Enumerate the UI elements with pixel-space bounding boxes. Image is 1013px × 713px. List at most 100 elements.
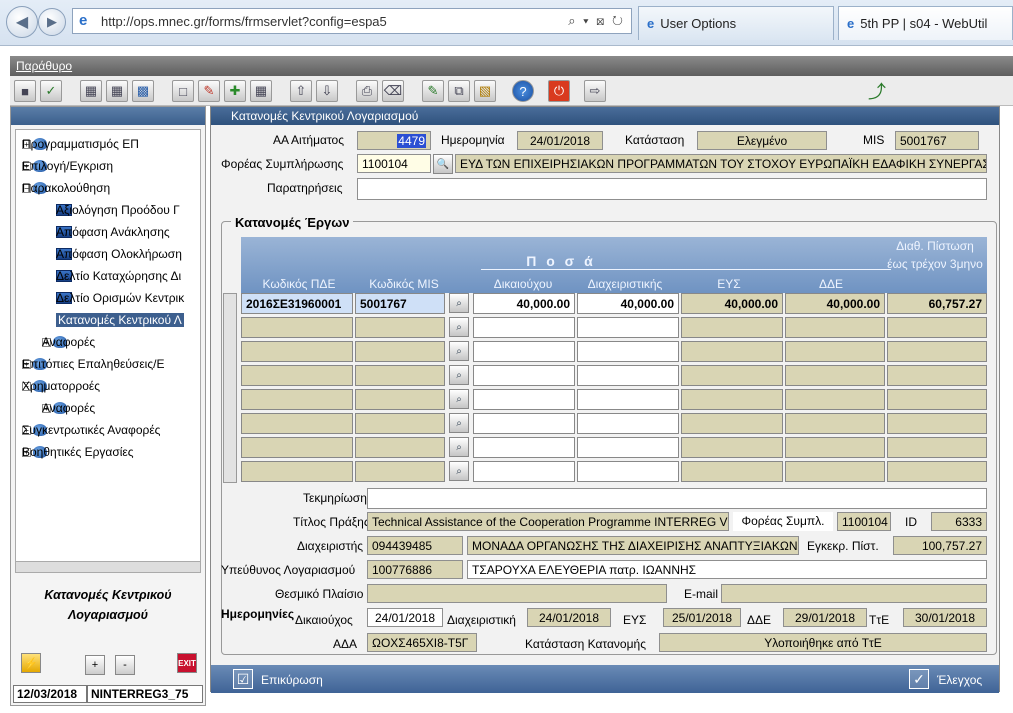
- justification-field[interactable]: [367, 488, 987, 509]
- menu-window[interactable]: Παράθυρο: [16, 59, 72, 73]
- confirm-icon[interactable]: ☑: [233, 669, 253, 689]
- grid-cell-available[interactable]: [887, 341, 987, 362]
- grid-cell-pde[interactable]: [241, 437, 353, 458]
- grid-cell-available[interactable]: [887, 413, 987, 434]
- row-lookup-icon[interactable]: ⌕: [449, 365, 469, 385]
- mis-field[interactable]: 5001767: [895, 131, 979, 150]
- body-short-field[interactable]: 1100104: [837, 512, 891, 531]
- tree-item-reports[interactable]: + Αναφορές: [42, 332, 95, 352]
- grid-cell-pde[interactable]: [241, 341, 353, 362]
- grid-cell-pde[interactable]: [241, 365, 353, 386]
- grid-cell-beneficiary[interactable]: [473, 389, 575, 410]
- tree-item-programming[interactable]: + Προγραμματισμός ΕΠ: [22, 134, 139, 154]
- check-icon[interactable]: ✓: [909, 669, 929, 689]
- grid-cell-dde[interactable]: [785, 389, 885, 410]
- grid-cell-managing[interactable]: [577, 413, 679, 434]
- grid-cell-beneficiary[interactable]: [473, 317, 575, 338]
- grid-cell-eys[interactable]: 40,000.00: [681, 293, 783, 314]
- body-code-field[interactable]: 1100104: [357, 154, 431, 173]
- power-icon[interactable]: ⏻: [548, 80, 570, 102]
- check-button[interactable]: Έλεγχος: [937, 673, 982, 687]
- address-bar[interactable]: e http://ops.mnec.gr/forms/frmservlet?co…: [72, 8, 632, 34]
- grid-cell-eys[interactable]: [681, 437, 783, 458]
- grid-cell-pde[interactable]: [241, 317, 353, 338]
- grid-cell-available[interactable]: [887, 437, 987, 458]
- grid-cell-dde[interactable]: [785, 317, 885, 338]
- approved-credit-field[interactable]: 100,757.27: [893, 536, 987, 555]
- date-field[interactable]: 24/01/2018: [517, 131, 603, 150]
- tree-item-central-allocations[interactable]: Κατανομές Κεντρικού Λ: [56, 310, 184, 330]
- tree-item-revocation[interactable]: Απόφαση Ανάκλησης: [56, 222, 170, 242]
- row-lookup-icon[interactable]: ⌕: [449, 341, 469, 361]
- arrow-down-icon[interactable]: ⇩: [316, 80, 338, 102]
- account-name-field[interactable]: ΤΣΑΡΟΥΧΑ ΕΛΕΥΘΕΡΙΑ πατρ. ΙΩΑΝΝΗΣ: [467, 560, 987, 579]
- grid-cell-beneficiary[interactable]: [473, 365, 575, 386]
- row-lookup-icon[interactable]: ⌕: [449, 437, 469, 457]
- grid-cell-mis[interactable]: [355, 437, 445, 458]
- grid-icon[interactable]: ▦: [80, 80, 102, 102]
- grid-cell-dde[interactable]: [785, 341, 885, 362]
- grid-cell-pde[interactable]: [241, 461, 353, 482]
- grid-cell-mis[interactable]: 5001767: [355, 293, 445, 314]
- grid-cell-managing[interactable]: [577, 437, 679, 458]
- notes-icon[interactable]: ✎: [422, 80, 444, 102]
- grid-cell-beneficiary[interactable]: [473, 461, 575, 482]
- grid-cell-available[interactable]: [887, 365, 987, 386]
- grid-cell-dde[interactable]: [785, 365, 885, 386]
- grid-cell-available[interactable]: [887, 389, 987, 410]
- eys-date-field[interactable]: 25/01/2018: [663, 608, 741, 627]
- grid-cell-eys[interactable]: [681, 317, 783, 338]
- grid-cell-mis[interactable]: [355, 389, 445, 410]
- grid-cell-mis[interactable]: [355, 461, 445, 482]
- grid-cell-managing[interactable]: [577, 389, 679, 410]
- row-lookup-icon[interactable]: ⌕: [449, 389, 469, 409]
- grid-cell-eys[interactable]: [681, 461, 783, 482]
- grid-cell-available[interactable]: 60,757.27: [887, 293, 987, 314]
- tte-date-field[interactable]: 30/01/2018: [903, 608, 987, 627]
- delete-row-icon[interactable]: ▦: [250, 80, 272, 102]
- row-lookup-icon[interactable]: ⌕: [449, 317, 469, 337]
- framework-field[interactable]: [367, 584, 667, 603]
- grid-cell-pde[interactable]: [241, 413, 353, 434]
- grid-cell-pde[interactable]: 2016ΣΕ31960001: [241, 293, 353, 314]
- body-lookup-icon[interactable]: 🔍: [433, 154, 453, 174]
- grid-cell-dde[interactable]: 40,000.00: [785, 293, 885, 314]
- account-code-field[interactable]: 100776886: [367, 560, 463, 579]
- ada-field[interactable]: ΩΟΧΣ465ΧΙ8-Τ5Γ: [367, 633, 477, 652]
- grid-cell-dde[interactable]: [785, 437, 885, 458]
- beneficiary-date-field[interactable]: 24/01/2018: [367, 608, 443, 627]
- grid-cell-eys[interactable]: [681, 413, 783, 434]
- grid-cell-eys[interactable]: [681, 341, 783, 362]
- browser-tab-webutil[interactable]: e 5th PP | s04 - WebUtil: [838, 6, 1013, 40]
- tree-item-auxiliary[interactable]: + Βοηθητικές Εργασίες: [22, 442, 134, 462]
- lightning-icon[interactable]: ⚡: [21, 653, 41, 673]
- grid-vertical-scrollbar[interactable]: [223, 293, 237, 483]
- grid-cell-mis[interactable]: [355, 413, 445, 434]
- document-icon[interactable]: □: [172, 80, 194, 102]
- back-button[interactable]: ◀: [6, 6, 38, 38]
- grid-cell-available[interactable]: [887, 461, 987, 482]
- grid-cell-pde[interactable]: [241, 389, 353, 410]
- browser-tab-user-options[interactable]: e User Options: [638, 6, 834, 40]
- print-icon[interactable]: ⎙: [356, 80, 378, 102]
- row-lookup-icon[interactable]: ⌕: [449, 293, 469, 313]
- body-name-field[interactable]: ΕΥΔ ΤΩΝ ΕΠΙΧΕΙΡΗΣΙΑΚΩΝ ΠΡΟΓΡΑΜΜΑΤΩΝ ΤΟΥ …: [455, 154, 987, 173]
- tree-item-cashflow-reports[interactable]: + Αναφορές: [42, 398, 95, 418]
- tree-item-definitions[interactable]: Δελτίο Ορισμών Κεντρικ: [56, 288, 184, 308]
- grid-cell-beneficiary[interactable]: [473, 341, 575, 362]
- tree-horizontal-scrollbar[interactable]: [15, 561, 201, 573]
- id-field[interactable]: 6333: [931, 512, 987, 531]
- help-icon[interactable]: ?: [512, 80, 534, 102]
- clear-icon[interactable]: ⌫: [382, 80, 404, 102]
- dde-date-field[interactable]: 29/01/2018: [783, 608, 867, 627]
- managing-date-field[interactable]: 24/01/2018: [527, 608, 611, 627]
- confirm-button[interactable]: Επικύρωση: [261, 673, 323, 687]
- grid-cell-beneficiary[interactable]: [473, 437, 575, 458]
- grid-cell-dde[interactable]: [785, 413, 885, 434]
- export-icon[interactable]: ⇨: [584, 80, 606, 102]
- grid-cell-mis[interactable]: [355, 317, 445, 338]
- manager-code-field[interactable]: 094439485: [367, 536, 463, 555]
- email-field[interactable]: [721, 584, 987, 603]
- tree-item-onsite-checks[interactable]: + Επιτόπιες Επαληθεύσεις/Ε: [22, 354, 164, 374]
- aa-field[interactable]: 4479: [357, 131, 431, 150]
